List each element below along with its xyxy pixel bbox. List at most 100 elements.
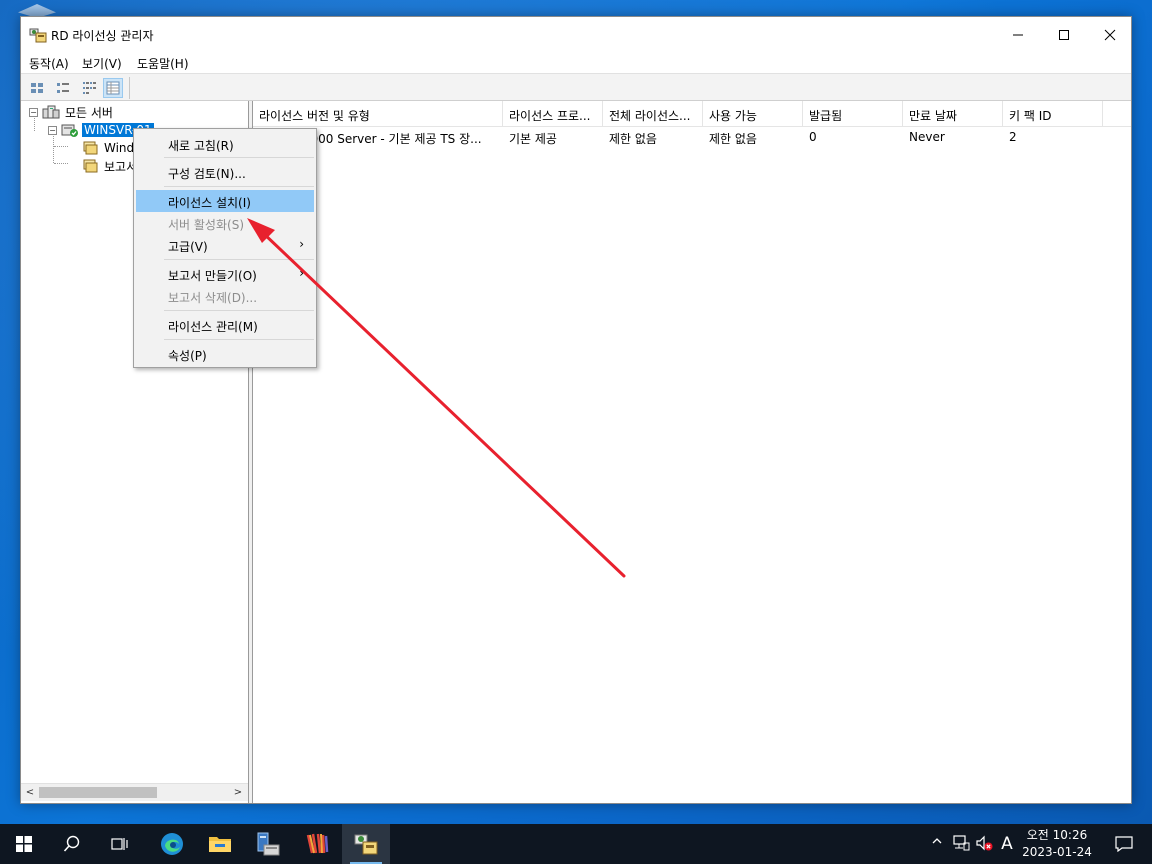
column-total-licenses[interactable]: 전체 라이선스... [603, 101, 703, 127]
scroll-left-icon[interactable]: < [22, 785, 38, 801]
cell-available: 제한 없음 [709, 132, 757, 146]
large-icons-view-icon [31, 83, 43, 93]
menu-separator [164, 310, 314, 311]
edge-icon [161, 833, 183, 855]
taskbar: A 오전 10:26 2023-01-24 [0, 824, 1152, 864]
activated-server-icon [61, 124, 78, 137]
menu-item-properties[interactable]: 속성(P) [136, 343, 314, 365]
winrar-icon [306, 833, 329, 854]
column-keypack-id[interactable]: 키 팩 ID [1003, 101, 1103, 127]
small-icons-view-icon [57, 83, 69, 93]
collapse-icon[interactable]: − [48, 125, 57, 135]
context-menu: 새로 고침(R) 구성 검토(N)... 라이선스 설치(I) 서버 활성화(S… [133, 128, 317, 368]
network-icon[interactable] [952, 834, 970, 854]
tree-horizontal-scrollbar[interactable]: < > [21, 783, 248, 801]
rd-licensing-app-icon [29, 28, 47, 43]
volume-muted-icon[interactable] [975, 834, 993, 854]
menu-item-review-configuration[interactable]: 구성 검토(N)... [136, 161, 314, 183]
clock-time: 오전 10:26 [1026, 828, 1088, 842]
server-manager-button[interactable] [244, 824, 292, 864]
all-servers-icon [42, 105, 60, 119]
tree-node-windows-license[interactable]: Wind [81, 139, 136, 157]
input-method-indicator[interactable]: A [998, 834, 1016, 854]
rd-licensing-taskbar-button[interactable] [342, 824, 390, 864]
toolbar-separator [129, 77, 130, 99]
close-button[interactable] [1087, 17, 1133, 53]
details-view-button[interactable] [103, 78, 123, 98]
edge-button[interactable] [148, 824, 196, 864]
tree-line [54, 146, 68, 147]
maximize-button[interactable] [1041, 17, 1087, 53]
menu-separator [164, 339, 314, 340]
submenu-arrow-icon: › [299, 266, 304, 280]
winrar-button[interactable] [294, 824, 342, 864]
show-hidden-icons-chevron-icon[interactable] [928, 834, 946, 854]
server-manager-icon [257, 832, 280, 856]
menu-item-manage-licenses[interactable]: 라이선스 관리(M) [136, 314, 314, 336]
column-license-version[interactable]: 라이선스 버전 및 유형 [253, 101, 503, 127]
title-bar[interactable]: RD 라이선싱 관리자 [21, 17, 1131, 53]
reports-icon [83, 159, 98, 173]
tree-node-all-servers[interactable]: − 모든 서버 [29, 103, 115, 121]
window-title: RD 라이선싱 관리자 [51, 29, 154, 43]
menu-bar: 동작(A) 보기(V) 도움말(H) [21, 53, 1131, 73]
menu-item-delete-report[interactable]: 보고서 삭제(D)... [136, 285, 314, 307]
menu-item-install-licenses[interactable]: 라이선스 설치(I) [136, 190, 314, 212]
column-available[interactable]: 사용 가능 [703, 101, 803, 127]
list-view-icon [83, 82, 96, 94]
file-explorer-button[interactable] [196, 824, 244, 864]
menu-item-activate-server[interactable]: 서버 활성화(S) [136, 212, 314, 234]
start-button[interactable] [0, 824, 48, 864]
menu-item-refresh[interactable]: 새로 고침(R) [136, 133, 314, 155]
collapse-icon[interactable]: − [29, 107, 38, 117]
search-icon [63, 835, 80, 852]
search-button[interactable] [48, 824, 96, 864]
column-issued[interactable]: 발급됨 [803, 101, 903, 127]
list-view-button[interactable] [79, 78, 99, 98]
cell-issued: 0 [809, 130, 817, 144]
menu-separator [164, 186, 314, 187]
menu-separator [164, 259, 314, 260]
clock-date: 2023-01-24 [1022, 845, 1092, 859]
tree-label-all-servers: 모든 서버 [65, 105, 113, 120]
minimize-button[interactable] [995, 17, 1041, 53]
scroll-right-icon[interactable]: > [230, 785, 246, 801]
menu-view[interactable]: 보기(V) [82, 55, 122, 72]
maximize-icon [1059, 30, 1069, 40]
details-view-icon [106, 81, 120, 95]
tree-node-reports[interactable]: 보고서 [81, 157, 139, 175]
license-pack-icon [83, 141, 98, 155]
license-list-pane[interactable]: 라이선스 버전 및 유형 라이선스 프로... 전체 라이선스... 사용 가능… [253, 101, 1131, 803]
column-license-program[interactable]: 라이선스 프로... [503, 101, 603, 127]
menu-item-create-report-label: 보고서 만들기(O) [168, 269, 257, 283]
submenu-arrow-icon: › [299, 237, 304, 251]
rd-licensing-icon [354, 834, 378, 855]
cell-expiration-date: Never [909, 130, 945, 144]
column-header-row: 라이선스 버전 및 유형 라이선스 프로... 전체 라이선스... 사용 가능… [253, 101, 1131, 127]
large-icons-view-button[interactable] [27, 78, 47, 98]
task-view-button[interactable] [96, 824, 144, 864]
menu-item-advanced-label: 고급(V) [168, 240, 208, 254]
tree-line [54, 163, 68, 164]
file-explorer-icon [209, 837, 231, 852]
minimize-icon [1013, 34, 1023, 36]
clock[interactable]: 오전 10:26 2023-01-24 [1020, 827, 1094, 861]
toolbar [21, 73, 1131, 101]
small-icons-view-button[interactable] [53, 78, 73, 98]
column-expiration-date[interactable]: 만료 날짜 [903, 101, 1003, 127]
scrollbar-thumb[interactable] [39, 787, 157, 798]
menu-separator [164, 157, 314, 158]
cell-keypack-id: 2 [1009, 130, 1017, 144]
cell-license-program: 기본 제공 [509, 132, 557, 146]
close-icon [1104, 29, 1116, 41]
menu-item-advanced[interactable]: 고급(V) › [136, 234, 314, 256]
notification-icon [1115, 836, 1133, 852]
menu-action[interactable]: 동작(A) [29, 55, 69, 72]
notification-center-button[interactable] [1104, 824, 1144, 864]
task-view-icon [111, 838, 128, 850]
cell-total-licenses: 제한 없음 [609, 132, 657, 146]
menu-item-create-report[interactable]: 보고서 만들기(O) › [136, 263, 314, 285]
start-icon [16, 836, 32, 852]
menu-help[interactable]: 도움말(H) [137, 55, 189, 72]
tree-label-windows: Wind [104, 141, 135, 155]
